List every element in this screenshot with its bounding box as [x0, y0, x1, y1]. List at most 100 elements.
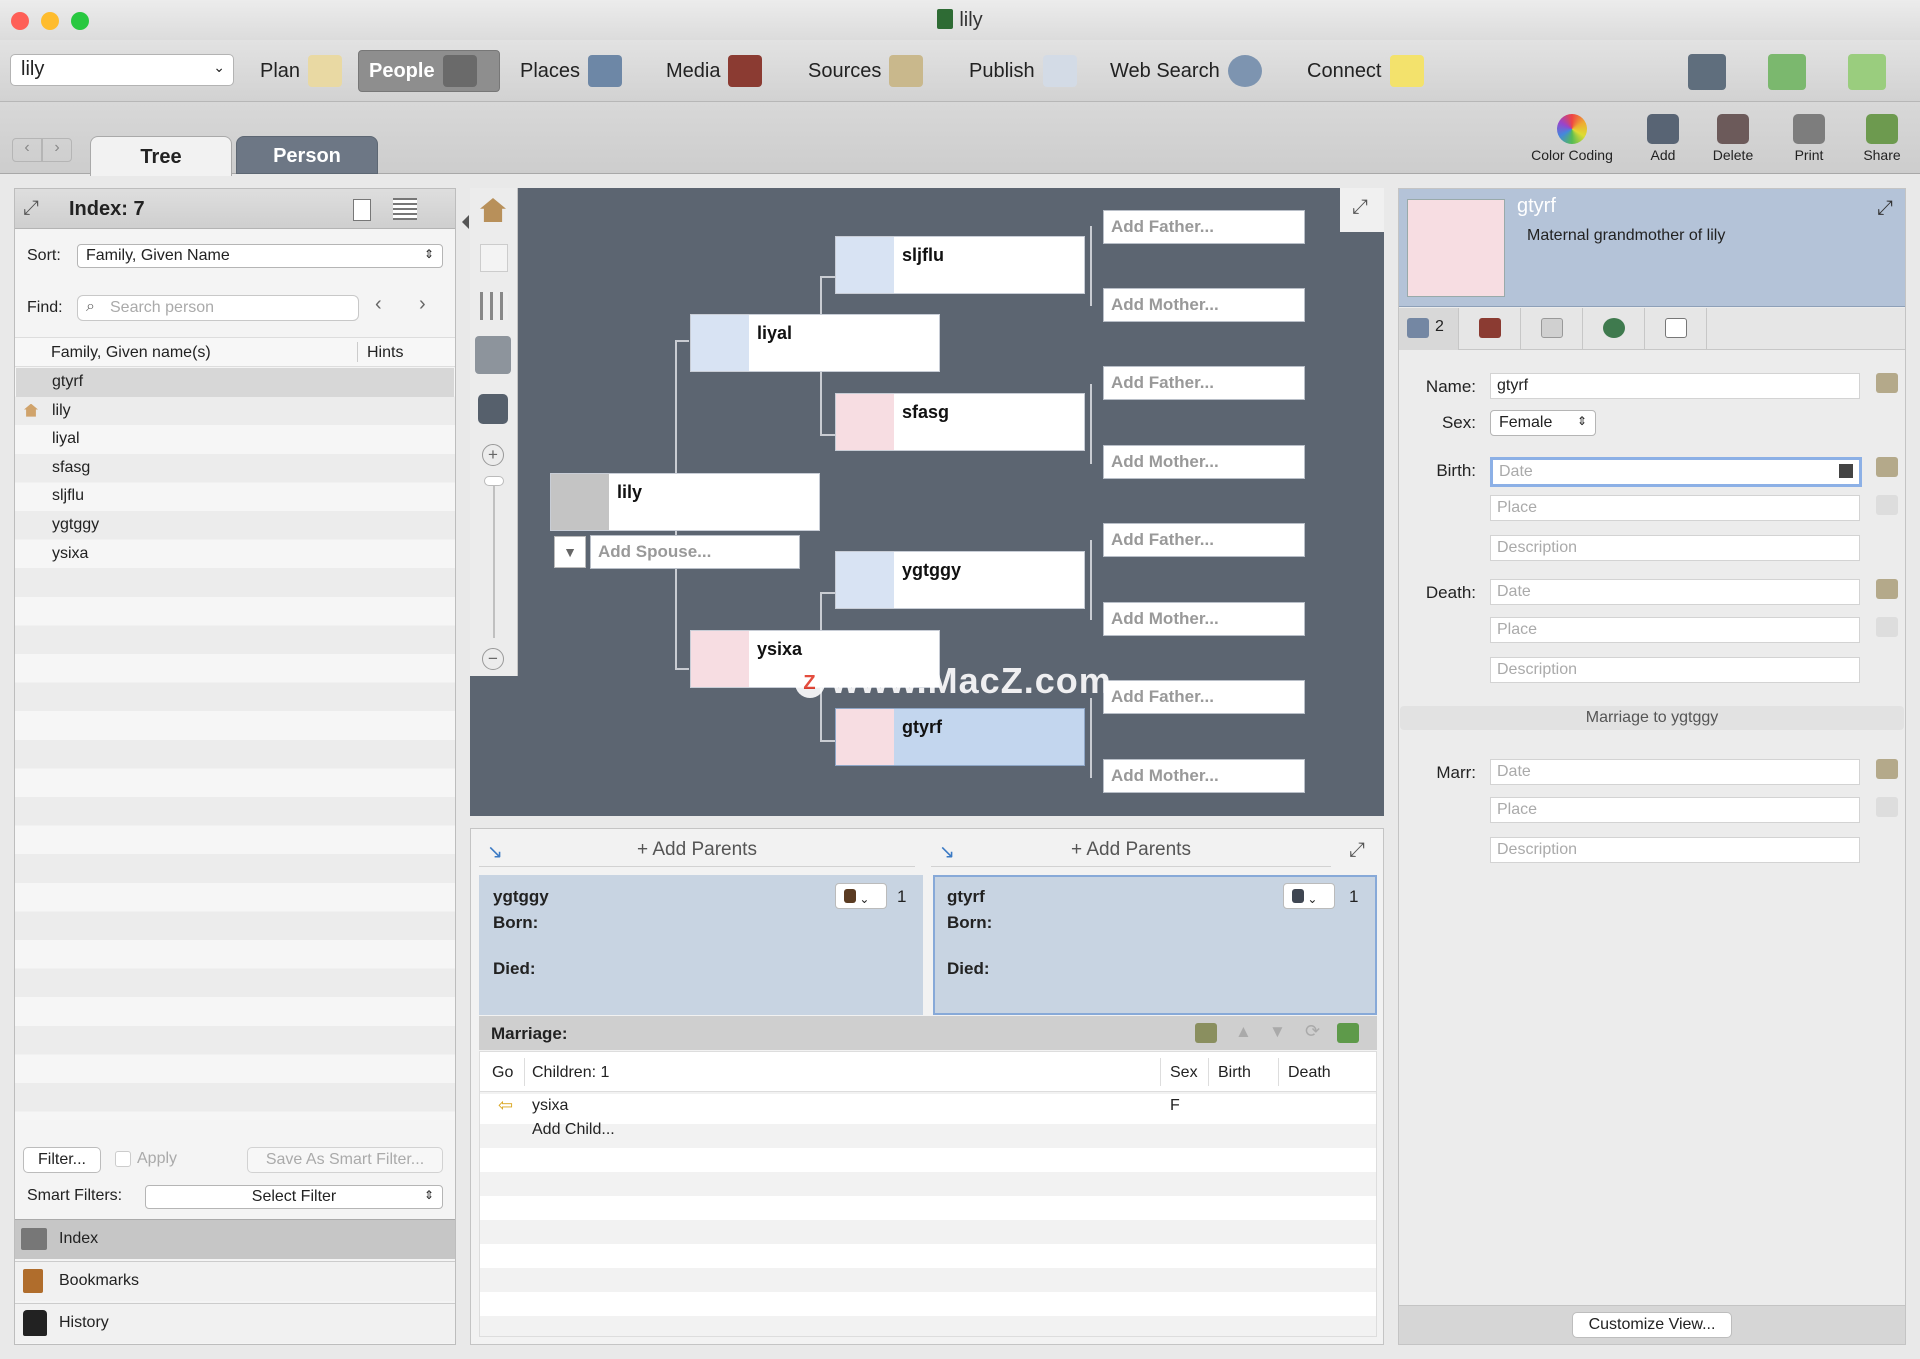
birth-date-field[interactable]: Date: [1490, 457, 1862, 487]
place-lookup-icon[interactable]: [1876, 797, 1898, 817]
table-row[interactable]: ⇦ ysixa F: [480, 1094, 1376, 1118]
birth-options-icon[interactable]: [1876, 457, 1898, 477]
list-item[interactable]: lily: [16, 397, 454, 426]
filter-button[interactable]: Filter...: [23, 1147, 101, 1173]
add-spouse-button[interactable]: Add Spouse...: [590, 535, 800, 569]
apply-checkbox[interactable]: [115, 1151, 131, 1167]
tab-person[interactable]: Person: [236, 136, 378, 174]
death-place-field[interactable]: Place: [1490, 617, 1860, 643]
find-next-button[interactable]: ›: [419, 293, 426, 316]
family-file-select[interactable]: lily ⌄: [10, 54, 234, 86]
section-index[interactable]: Index: [15, 1219, 455, 1259]
sex-select[interactable]: Female ⇕: [1490, 410, 1596, 436]
column-hints[interactable]: Hints: [367, 344, 403, 362]
expand-icon[interactable]: ⤢: [1877, 197, 1893, 220]
sort-select[interactable]: Family, Given Name ⇕: [77, 244, 443, 268]
tab-notes[interactable]: [1645, 308, 1707, 350]
expand-icon[interactable]: ⤢: [23, 197, 39, 220]
name-field[interactable]: gtyrf: [1490, 373, 1860, 399]
move-up-icon[interactable]: ▲: [1235, 1022, 1252, 1042]
zoom-slider-knob[interactable]: [484, 476, 504, 486]
marriage-description-field[interactable]: Description: [1490, 837, 1860, 863]
add-father-button[interactable]: Add Father...: [1103, 523, 1305, 557]
tab-tree[interactable]: Tree: [90, 136, 232, 176]
add-father-button[interactable]: Add Father...: [1103, 680, 1305, 714]
section-bookmarks[interactable]: Bookmarks: [15, 1261, 455, 1301]
plan-button[interactable]: Plan: [250, 50, 352, 92]
couple-icon[interactable]: [1195, 1023, 1217, 1043]
back-button[interactable]: ‹: [12, 138, 42, 162]
tab-media[interactable]: [1521, 308, 1583, 350]
name-options-icon[interactable]: [1876, 373, 1898, 393]
death-description-field[interactable]: Description: [1490, 657, 1860, 683]
connect-button[interactable]: Connect: [1297, 50, 1434, 92]
expand-tree-button[interactable]: ⤢: [1340, 188, 1384, 232]
smart-filter-select[interactable]: Select Filter ⇕: [145, 1185, 443, 1209]
add-mother-button[interactable]: Add Mother...: [1103, 602, 1305, 636]
zoom-in-icon[interactable]: +: [482, 444, 504, 466]
add-child-icon[interactable]: [1337, 1023, 1359, 1043]
add-mother-button[interactable]: Add Mother...: [1103, 288, 1305, 322]
add-mother-button[interactable]: Add Mother...: [1103, 445, 1305, 479]
zoom-slider[interactable]: [493, 478, 495, 638]
find-previous-button[interactable]: ‹: [375, 293, 382, 316]
background-color-icon[interactable]: [478, 394, 508, 424]
tree-sync-icon[interactable]: [1848, 54, 1886, 90]
list-item[interactable]: gtyrf: [16, 368, 454, 397]
list-item[interactable]: ysixa: [16, 540, 454, 569]
tree-node-grandparent-selected[interactable]: gtyrf: [835, 708, 1085, 766]
marriage-options-icon[interactable]: [1876, 759, 1898, 779]
tree-node-grandparent[interactable]: sfasg: [835, 393, 1085, 451]
expand-icon[interactable]: ⤢: [1349, 839, 1365, 862]
birth-description-field[interactable]: Description: [1490, 535, 1860, 561]
home-icon[interactable]: [480, 198, 506, 222]
birth-place-field[interactable]: Place: [1490, 495, 1860, 521]
family-partner-left[interactable]: ygtggy Born: Died: ⌄ 1: [479, 875, 923, 1015]
customize-view-button[interactable]: Customize View...: [1572, 1312, 1732, 1338]
add-father-button[interactable]: Add Father...: [1103, 210, 1305, 244]
tree-node-grandparent[interactable]: ygtggy: [835, 551, 1085, 609]
partner-selector[interactable]: ⌄: [835, 883, 887, 909]
pedigree-view-icon[interactable]: [480, 244, 508, 272]
place-lookup-icon[interactable]: [1876, 617, 1898, 637]
column-options-icon[interactable]: [393, 198, 417, 220]
forward-button[interactable]: ›: [42, 138, 72, 162]
zoom-out-icon[interactable]: −: [482, 648, 504, 670]
family-partner-right[interactable]: gtyrf Born: Died: ⌄ 1: [933, 875, 1377, 1015]
tab-edit-person[interactable]: 2: [1399, 308, 1459, 350]
search-person-input[interactable]: ⌕ Search person: [77, 295, 359, 321]
tab-sources[interactable]: [1459, 308, 1521, 350]
list-document-icon[interactable]: [353, 199, 371, 221]
place-lookup-icon[interactable]: [1876, 495, 1898, 515]
sources-button[interactable]: Sources: [798, 50, 933, 92]
spouse-dropdown-button[interactable]: ▼: [554, 536, 586, 568]
list-item[interactable]: liyal: [16, 425, 454, 454]
sort-children-icon[interactable]: ⟳: [1305, 1021, 1320, 1042]
color-coding-button[interactable]: Color Coding: [1527, 114, 1617, 163]
add-child-row[interactable]: Add Child...: [480, 1118, 1376, 1142]
tree-node-root[interactable]: lily: [550, 473, 820, 531]
tab-research[interactable]: [1583, 308, 1645, 350]
family-view-icon[interactable]: [480, 292, 508, 320]
share-button[interactable]: Share: [1837, 114, 1920, 163]
person-view-icon[interactable]: [475, 336, 511, 374]
list-item[interactable]: ygtggy: [16, 511, 454, 540]
familysearch-icon[interactable]: [1688, 54, 1726, 90]
save-smart-filter-button[interactable]: Save As Smart Filter...: [247, 1147, 443, 1173]
column-family-given[interactable]: Family, Given name(s): [51, 344, 211, 362]
death-options-icon[interactable]: [1876, 579, 1898, 599]
add-father-button[interactable]: Add Father...: [1103, 366, 1305, 400]
list-item[interactable]: sfasg: [16, 454, 454, 483]
collapse-sidebar-icon[interactable]: [462, 215, 469, 229]
tree-node-grandparent[interactable]: sljflu: [835, 236, 1085, 294]
calendar-icon[interactable]: [1839, 464, 1853, 478]
media-button[interactable]: Media: [656, 50, 772, 92]
partner-selector[interactable]: ⌄: [1283, 883, 1335, 909]
marriage-place-field[interactable]: Place: [1490, 797, 1860, 823]
list-item[interactable]: sljflu: [16, 482, 454, 511]
go-arrow-icon[interactable]: ⇦: [498, 1095, 513, 1116]
add-parents-left-button[interactable]: ↘ + Add Parents: [479, 839, 915, 867]
move-down-icon[interactable]: ▼: [1269, 1022, 1286, 1042]
section-history[interactable]: History: [15, 1303, 455, 1343]
web-search-button[interactable]: Web Search: [1100, 50, 1272, 92]
